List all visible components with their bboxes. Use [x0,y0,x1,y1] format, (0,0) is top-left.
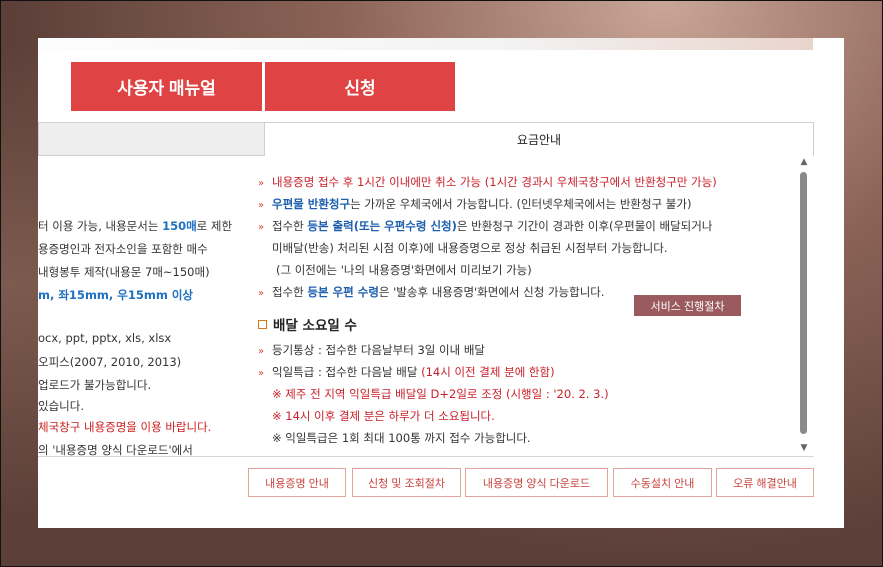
screenshot-frame [0,0,883,567]
